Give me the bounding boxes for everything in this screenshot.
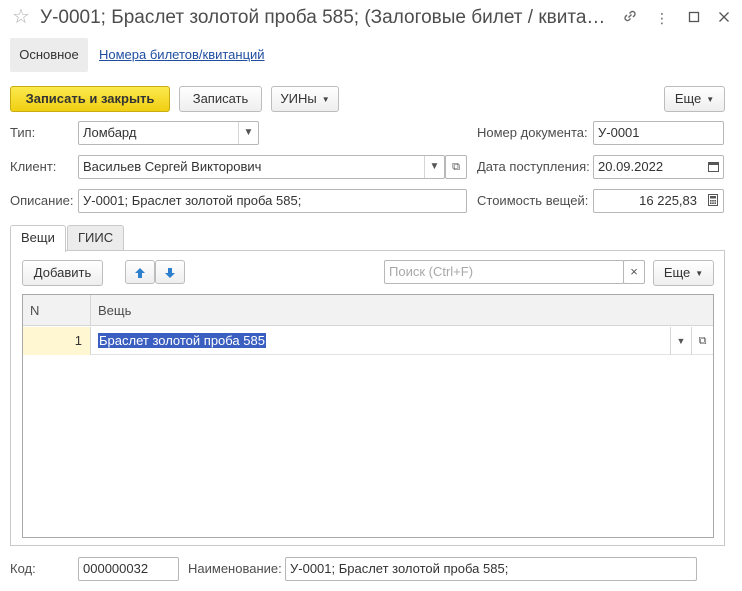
open-item-icon[interactable]: ⧉ [691, 327, 713, 355]
uins-label: УИНы [280, 91, 317, 106]
open-client-icon[interactable]: ⧉ [445, 155, 467, 179]
nav-tickets-link[interactable]: Номера билетов/квитанций [99, 38, 265, 72]
items-cost-label: Стоимость вещей: [477, 193, 589, 208]
items-more-button[interactable]: Еще ▼ [653, 260, 714, 286]
more-button[interactable]: Еще ▼ [664, 86, 725, 112]
type-label: Тип: [10, 125, 36, 140]
add-item-button[interactable]: Добавить [22, 260, 103, 286]
nav-main[interactable]: Основное [10, 38, 88, 72]
chevron-down-icon[interactable]: ▼ [670, 327, 691, 355]
doc-number-field[interactable]: У-0001 [593, 121, 724, 145]
items-cost-field[interactable]: 16 225,83 [593, 189, 724, 213]
table-row[interactable]: 1 Браслет золотой проба 585 ▼ ⧉ [23, 327, 713, 355]
chevron-down-icon: ▼ [695, 268, 704, 278]
type-value: Ломбард [83, 125, 137, 140]
row-number: 1 [23, 327, 90, 355]
items-more-label: Еще [663, 265, 691, 280]
favorite-star-icon[interactable]: ☆ [12, 6, 30, 28]
maximize-icon[interactable] [684, 8, 704, 28]
type-select[interactable]: Ломбард ▼ [78, 121, 259, 145]
tab-items[interactable]: Вещи [10, 225, 66, 252]
code-field[interactable]: 000000032 [78, 557, 179, 581]
link-icon[interactable] [620, 8, 640, 28]
clear-search-icon[interactable]: × [623, 260, 645, 284]
items-cost-value: 16 225,83 [639, 193, 697, 208]
description-field[interactable]: У-0001; Браслет золотой проба 585; [78, 189, 467, 213]
close-icon[interactable] [714, 8, 734, 28]
code-label: Код: [10, 561, 36, 576]
column-header-item[interactable]: Вещь [90, 295, 713, 326]
calendar-icon[interactable] [703, 156, 723, 178]
name-field[interactable]: У-0001; Браслет золотой проба 585; [285, 557, 697, 581]
receipt-date-label: Дата поступления: [477, 159, 590, 174]
receipt-date-field[interactable]: 20.09.2022 [593, 155, 724, 179]
item-value[interactable]: Браслет золотой проба 585 [98, 333, 266, 348]
move-up-icon[interactable] [125, 260, 155, 284]
client-field[interactable]: Васильев Сергей Викторович ▼ [78, 155, 445, 179]
save-and-close-button[interactable]: Записать и закрыть [10, 86, 170, 112]
chevron-down-icon[interactable]: ▼ [238, 122, 258, 144]
chevron-down-icon: ▼ [321, 94, 330, 104]
save-button[interactable]: Записать [179, 86, 262, 112]
client-label: Клиент: [10, 159, 57, 174]
chevron-down-icon: ▼ [706, 94, 715, 104]
move-down-icon[interactable] [155, 260, 185, 284]
item-cell[interactable]: Браслет золотой проба 585 ▼ ⧉ [90, 327, 713, 355]
items-table: N Вещь 1 Браслет золотой проба 585 ▼ ⧉ [22, 294, 714, 538]
column-header-n[interactable]: N [23, 295, 90, 326]
chevron-down-icon[interactable]: ▼ [424, 156, 444, 178]
search-input[interactable]: Поиск (Ctrl+F) [384, 260, 624, 284]
name-label: Наименование: [188, 561, 282, 576]
uins-button[interactable]: УИНы ▼ [271, 86, 339, 112]
doc-number-label: Номер документа: [477, 125, 588, 140]
tab-giis[interactable]: ГИИС [67, 225, 125, 251]
receipt-date-value: 20.09.2022 [598, 159, 664, 174]
description-label: Описание: [10, 193, 74, 208]
client-value: Васильев Сергей Викторович [83, 159, 262, 174]
more-vertical-icon[interactable]: ⋮ [652, 8, 672, 28]
more-label: Еще [674, 91, 702, 106]
calculator-icon[interactable] [703, 190, 723, 212]
window-title: У-0001; Браслет золотой проба 585; (Зало… [40, 7, 606, 28]
